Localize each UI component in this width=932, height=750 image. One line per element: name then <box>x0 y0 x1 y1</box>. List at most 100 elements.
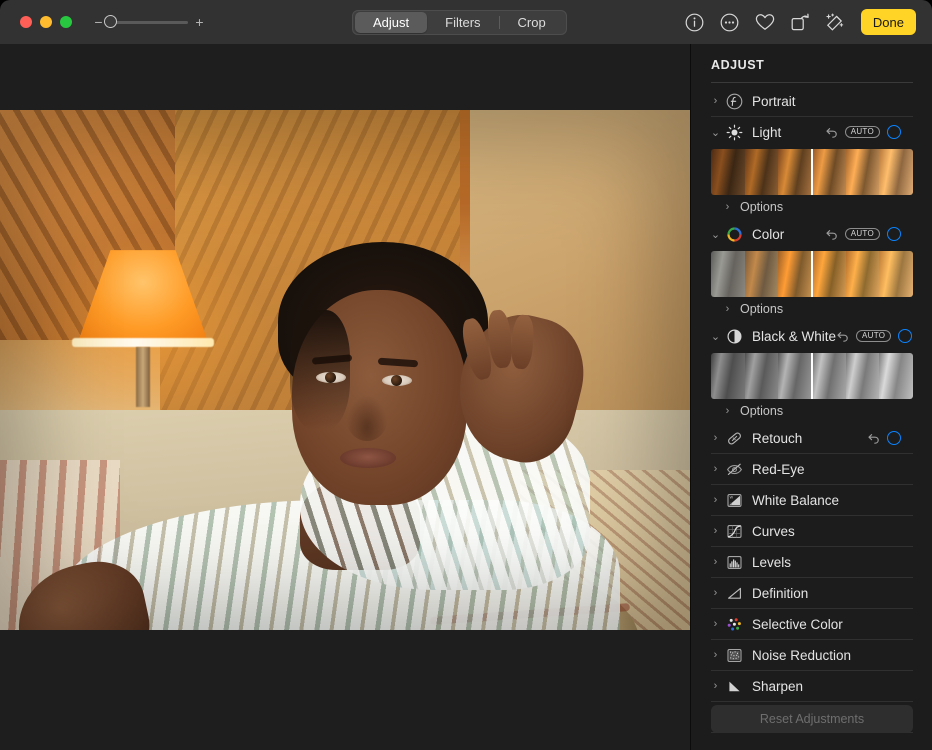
sharpen-icon <box>725 677 744 696</box>
black-white-preview-strip[interactable] <box>711 353 913 399</box>
revert-icon[interactable] <box>867 432 880 445</box>
auto-button[interactable]: AUTO <box>845 228 880 241</box>
revert-icon[interactable] <box>825 126 838 139</box>
adjustments-list: › Portrait ⌄ <box>691 86 932 696</box>
favorite-heart-icon[interactable] <box>754 11 776 33</box>
color-wheel-icon <box>725 225 744 244</box>
tab-adjust[interactable]: Adjust <box>355 12 427 33</box>
chevron-right-icon[interactable]: › <box>709 649 722 661</box>
chevron-right-icon[interactable]: › <box>721 405 734 417</box>
strip-position-marker[interactable] <box>811 251 813 297</box>
strip-position-marker[interactable] <box>811 149 813 195</box>
sidebar-item-label: Retouch <box>752 431 802 446</box>
portrait-f-icon <box>725 92 744 111</box>
sidebar-item-levels[interactable]: › Levels <box>701 547 913 577</box>
photo-viewer[interactable] <box>0 110 690 630</box>
black-white-options-toggle[interactable]: › Options <box>721 399 932 423</box>
sidebar-title: ADJUST <box>711 58 764 72</box>
sidebar-item-curves[interactable]: › Curves <box>701 516 913 546</box>
chevron-right-icon[interactable]: › <box>709 587 722 599</box>
sidebar-item-label: Color <box>752 227 784 242</box>
sidebar-title-divider <box>711 82 913 83</box>
info-icon[interactable] <box>684 11 706 33</box>
sidebar-item-label: Light <box>752 125 781 140</box>
chevron-right-icon[interactable]: › <box>709 95 722 107</box>
chevron-right-icon[interactable]: › <box>709 494 722 506</box>
enable-toggle[interactable] <box>887 227 901 241</box>
chevron-right-icon[interactable]: › <box>709 618 722 630</box>
sidebar-item-label: Black & White <box>752 329 836 344</box>
color-preview-strip[interactable] <box>711 251 913 297</box>
sidebar-item-label: Noise Reduction <box>752 648 851 663</box>
auto-button[interactable]: AUTO <box>856 330 891 343</box>
sidebar-item-label: Levels <box>752 555 791 570</box>
chevron-down-icon[interactable]: ⌄ <box>709 330 722 343</box>
minimize-window-button[interactable] <box>40 16 52 28</box>
chevron-right-icon[interactable]: › <box>709 525 722 537</box>
curves-icon <box>725 522 744 541</box>
zoom-slider-knob[interactable] <box>104 15 117 28</box>
sidebar-item-label: White Balance <box>752 493 839 508</box>
red-eye-icon <box>725 460 744 479</box>
edited-photo <box>0 110 690 630</box>
zoom-in-icon[interactable]: + <box>195 15 204 29</box>
chevron-right-icon[interactable]: › <box>709 463 722 475</box>
light-options-toggle[interactable]: › Options <box>721 195 932 219</box>
enable-toggle[interactable] <box>887 431 901 445</box>
white-balance-icon: W B <box>725 491 744 510</box>
color-options-toggle[interactable]: › Options <box>721 297 932 321</box>
zoom-out-icon[interactable]: − <box>94 15 103 29</box>
sidebar-item-label: Sharpen <box>752 679 803 694</box>
options-label: Options <box>740 200 783 214</box>
rotate-icon[interactable] <box>789 11 811 33</box>
tab-crop[interactable]: Crop <box>500 12 564 33</box>
zoom-slider-control[interactable]: − + <box>94 15 204 29</box>
options-label: Options <box>740 302 783 316</box>
options-label: Options <box>740 404 783 418</box>
sidebar-item-noise-reduction[interactable]: › Noise Re <box>701 640 913 670</box>
sidebar-item-definition[interactable]: › Definition <box>701 578 913 608</box>
reset-adjustments-button[interactable]: Reset Adjustments <box>711 705 913 733</box>
retouch-controls <box>867 431 901 445</box>
sidebar-item-portrait[interactable]: › Portrait <box>701 86 913 116</box>
svg-text:W: W <box>730 495 734 499</box>
enable-toggle[interactable] <box>898 329 912 343</box>
done-button[interactable]: Done <box>861 9 916 35</box>
chevron-right-icon[interactable]: › <box>721 201 734 213</box>
sidebar-item-red-eye[interactable]: › Red-Eye <box>701 454 913 484</box>
strip-position-marker[interactable] <box>811 353 813 399</box>
sidebar-item-retouch[interactable]: › Retouch <box>701 423 913 453</box>
sidebar-item-black-and-white[interactable]: ⌄ Black & White AUTO <box>701 321 913 351</box>
zoom-window-button[interactable] <box>60 16 72 28</box>
light-preview-strip[interactable] <box>711 149 913 195</box>
close-window-button[interactable] <box>20 16 32 28</box>
sidebar-item-color[interactable]: ⌄ Color <box>701 219 913 249</box>
sidebar-item-selective-color[interactable]: › Selective Color <box>701 609 913 639</box>
revert-icon[interactable] <box>825 228 838 241</box>
auto-button[interactable]: AUTO <box>845 126 880 139</box>
color-controls: AUTO <box>825 227 901 241</box>
chevron-right-icon[interactable]: › <box>709 680 722 692</box>
traffic-lights <box>20 16 72 28</box>
retouch-bandage-icon <box>725 429 744 448</box>
chevron-right-icon[interactable]: › <box>709 556 722 568</box>
chevron-right-icon[interactable]: › <box>721 303 734 315</box>
zoom-slider-track[interactable] <box>110 21 188 24</box>
chevron-down-icon[interactable]: ⌄ <box>709 126 722 139</box>
tab-filters[interactable]: Filters <box>427 12 498 33</box>
edit-canvas: Portrait <box>0 44 690 750</box>
sidebar-item-label: Selective Color <box>752 617 843 632</box>
revert-icon[interactable] <box>836 330 849 343</box>
chevron-right-icon[interactable]: › <box>709 432 722 444</box>
enable-toggle[interactable] <box>887 125 901 139</box>
auto-enhance-icon[interactable] <box>824 11 846 33</box>
black-white-circle-icon <box>725 327 744 346</box>
more-options-icon[interactable] <box>719 11 741 33</box>
sidebar-item-label: Red-Eye <box>752 462 805 477</box>
sidebar-item-light[interactable]: ⌄ Light <box>701 117 913 147</box>
definition-icon <box>725 584 744 603</box>
sidebar-item-white-balance[interactable]: › W B White Balance <box>701 485 913 515</box>
chevron-down-icon[interactable]: ⌄ <box>709 228 722 241</box>
edit-mode-segmented-control[interactable]: Adjust Filters Crop <box>352 10 567 35</box>
sidebar-item-sharpen[interactable]: › Sharpen <box>701 671 913 701</box>
